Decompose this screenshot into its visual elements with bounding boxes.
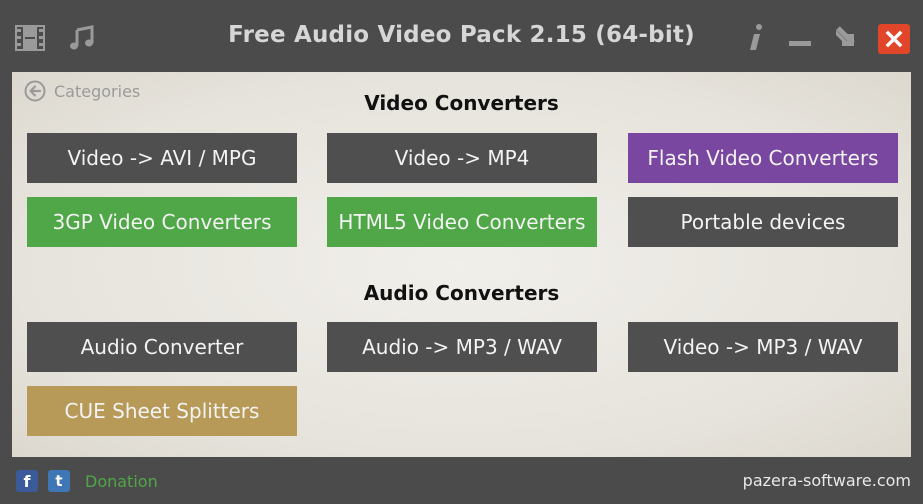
tile-html5-video-converters[interactable]: HTML5 Video Converters [327, 197, 597, 247]
twitter-icon[interactable]: t [48, 470, 70, 492]
title-bar: Free Audio Video Pack 2.15 (64-bit) [0, 0, 923, 72]
close-icon [885, 30, 903, 48]
tile-flash-video-converters[interactable]: Flash Video Converters [628, 133, 898, 183]
tile-3gp-video-converters[interactable]: 3GP Video Converters [27, 197, 297, 247]
content-panel: Categories Video Converters Video -> AVI… [12, 72, 911, 457]
app-window: Free Audio Video Pack 2.15 (64-bit) Cate… [0, 0, 923, 504]
tile-audio-converter[interactable]: Audio Converter [27, 322, 297, 372]
facebook-icon[interactable]: f [16, 470, 38, 492]
audio-converters-heading: Audio Converters [363, 281, 560, 305]
tile-video-avi-mpg[interactable]: Video -> AVI / MPG [27, 133, 297, 183]
tile-audio-mp3-wav[interactable]: Audio -> MP3 / WAV [327, 322, 597, 372]
tile-video-mp3-wav[interactable]: Video -> MP3 / WAV [628, 322, 898, 372]
close-button[interactable] [878, 24, 910, 54]
restore-icon[interactable] [828, 20, 864, 56]
website-link[interactable]: pazera-software.com [743, 471, 911, 490]
video-converters-heading: Video Converters [364, 91, 559, 115]
tile-cue-sheet-splitters[interactable]: CUE Sheet Splitters [27, 386, 297, 436]
donation-link[interactable]: Donation [85, 472, 158, 491]
tile-portable-devices[interactable]: Portable devices [628, 197, 898, 247]
minimize-icon[interactable] [782, 20, 818, 56]
tile-video-mp4[interactable]: Video -> MP4 [327, 133, 597, 183]
info-icon[interactable] [738, 20, 774, 56]
